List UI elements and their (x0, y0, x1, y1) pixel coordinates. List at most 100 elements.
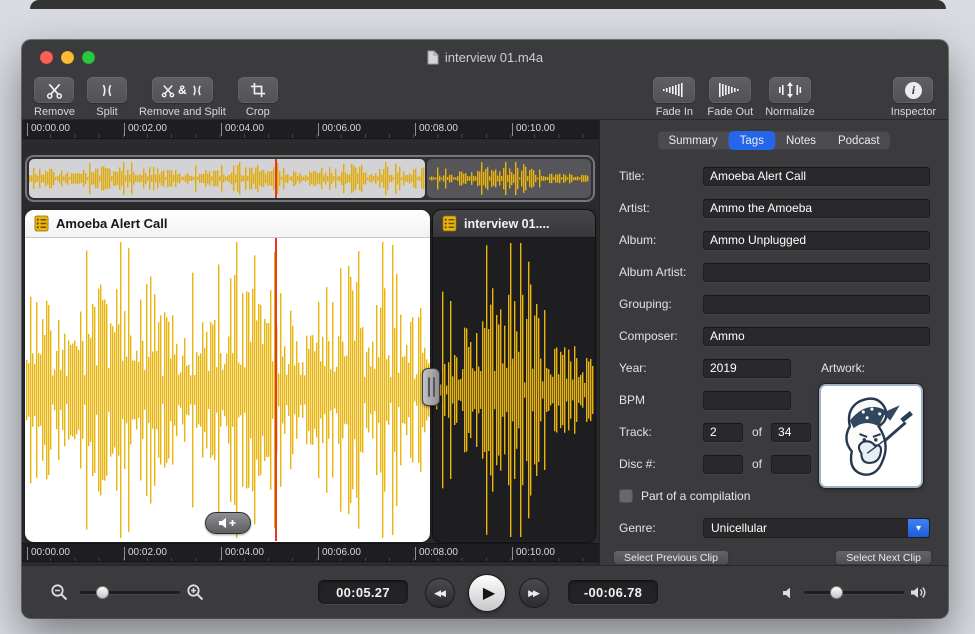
ruler-time-label: 00:02.00 (124, 123, 167, 136)
clip1-waveform-area[interactable] (25, 238, 430, 541)
fade-in-label: Fade In (656, 106, 693, 118)
ampersand-glyph: & (178, 83, 187, 97)
rewind-button[interactable]: ◀◀ (425, 578, 455, 608)
year-label: Year: (619, 361, 703, 375)
minimize-button[interactable] (61, 51, 74, 64)
timeline-ruler-bottom[interactable]: 00:00.0000:02.0000:04.0000:06.0000:08.00… (22, 543, 599, 562)
waveform-clip2 (434, 241, 594, 539)
bpm-field[interactable] (703, 391, 791, 410)
clip-amoeba-alert-call[interactable]: Amoeba Alert Call (25, 210, 430, 542)
album-field[interactable]: Ammo Unplugged (703, 231, 930, 250)
audio-clip-icon (442, 215, 457, 232)
track-number-field[interactable]: 2 (703, 423, 743, 442)
zoom-slider-thumb[interactable] (96, 586, 109, 599)
album-artist-field[interactable] (703, 263, 930, 282)
track-label: Track: (619, 425, 703, 439)
clip-interview[interactable]: interview 01.... (433, 210, 595, 542)
zoom-slider-track[interactable] (80, 591, 180, 594)
track-of-label: of (752, 425, 762, 439)
overview-clip2-region[interactable] (427, 159, 591, 198)
ruler-time-label: 00:06.00 (318, 123, 361, 136)
composer-label: Composer: (619, 329, 703, 343)
chevron-down-icon[interactable]: ▾ (908, 519, 929, 537)
clip-boundary-handle[interactable] (422, 368, 440, 406)
inspector-panel: Summary Tags Notes Podcast Title: Amoeba… (599, 120, 948, 565)
compilation-label: Part of a compilation (641, 489, 750, 503)
ruler-time-label: 00:02.00 (124, 547, 167, 560)
select-next-clip-button[interactable]: Select Next Clip (835, 550, 932, 565)
overview-clip1-region[interactable] (29, 159, 425, 198)
volume-slider-track[interactable] (804, 591, 904, 594)
volume-slider-thumb[interactable] (830, 586, 843, 599)
artist-label: Artist: (619, 201, 703, 215)
tab-podcast[interactable]: Podcast (827, 131, 891, 150)
timeline-ruler-top[interactable]: 00:00.0000:02.0000:04.0000:06.0000:08.00… (22, 120, 599, 139)
zoom-in-icon[interactable] (186, 583, 205, 602)
fast-forward-icon: ▶▶ (528, 588, 538, 599)
main-content: 00:00.0000:02.0000:04.0000:06.0000:08.00… (22, 120, 948, 565)
bpm-label: BPM (619, 393, 703, 407)
volume-slider[interactable] (804, 586, 904, 599)
year-field[interactable]: 2019 (703, 359, 791, 378)
artwork-label: Artwork: (821, 361, 865, 375)
close-button[interactable] (40, 51, 53, 64)
remove-label: Remove (34, 106, 75, 118)
artwork-well[interactable] (819, 384, 923, 488)
select-previous-clip-button[interactable]: Select Previous Clip (613, 550, 729, 565)
ruler-time-label: 00:04.00 (221, 123, 264, 136)
overview-playhead[interactable] (275, 159, 277, 198)
fade-in-button[interactable]: Fade In (653, 77, 695, 118)
waveform-editor: 00:00.0000:02.0000:04.0000:06.0000:08.00… (22, 120, 599, 565)
tab-notes[interactable]: Notes (775, 131, 827, 150)
disc-label: Disc #: (619, 457, 703, 471)
zoom-slider[interactable] (80, 586, 180, 599)
split-button[interactable]: Split (87, 77, 127, 118)
title-field[interactable]: Amoeba Alert Call (703, 167, 930, 186)
scissors-icon (46, 82, 63, 99)
disc-total-field[interactable] (771, 455, 811, 474)
inspector-button[interactable]: i Inspector (891, 77, 936, 118)
background-window-edge (30, 0, 946, 9)
crop-button[interactable]: Crop (238, 77, 278, 118)
play-button[interactable]: ▶ (468, 574, 506, 612)
window-title: interview 01.m4a (427, 50, 543, 65)
artist-field[interactable]: Ammo the Amoeba (703, 199, 930, 218)
zoom-out-icon[interactable] (50, 583, 69, 602)
traffic-lights (40, 51, 95, 64)
normalize-button[interactable]: Normalize (765, 77, 815, 118)
clip2-header[interactable]: interview 01.... (433, 210, 595, 238)
document-icon (427, 50, 439, 65)
remove-button[interactable]: Remove (34, 77, 75, 118)
genre-dropdown[interactable]: Unicellular ▾ (703, 518, 930, 538)
disc-number-field[interactable] (703, 455, 743, 474)
fade-out-button[interactable]: Fade Out (707, 77, 753, 118)
fade-out-label: Fade Out (707, 106, 753, 118)
audio-clip-icon (34, 215, 49, 232)
grouping-field[interactable] (703, 295, 930, 314)
tab-tags[interactable]: Tags (729, 131, 775, 150)
overview-waveform-clip2 (429, 160, 589, 197)
volume-high-icon[interactable] (910, 585, 927, 600)
playhead[interactable] (275, 238, 277, 541)
clip1-header[interactable]: Amoeba Alert Call (25, 210, 430, 238)
normalize-icon (778, 82, 802, 98)
ruler-time-label: 00:04.00 (221, 547, 264, 560)
clip2-waveform-area[interactable] (433, 238, 595, 541)
fade-in-icon (662, 82, 686, 98)
grouping-label: Grouping: (619, 297, 703, 311)
tab-summary[interactable]: Summary (657, 131, 728, 150)
compilation-checkbox[interactable] (619, 489, 633, 503)
clip-gain-button[interactable] (205, 512, 251, 534)
titlebar[interactable]: interview 01.m4a (22, 40, 948, 74)
composer-field[interactable]: Ammo (703, 327, 930, 346)
transport-bar: 00:05.27 ◀◀ ▶ ▶▶ -00:06.78 (22, 565, 948, 618)
crop-icon (250, 82, 266, 98)
remove-and-split-button[interactable]: & Remove and Split (139, 77, 226, 118)
disc-of-label: of (752, 457, 762, 471)
clip2-title: interview 01.... (464, 217, 549, 231)
volume-low-icon[interactable] (782, 587, 796, 599)
zoom-button[interactable] (82, 51, 95, 64)
overview-strip[interactable] (25, 155, 595, 202)
fast-forward-button[interactable]: ▶▶ (519, 578, 549, 608)
track-total-field[interactable]: 34 (771, 423, 811, 442)
